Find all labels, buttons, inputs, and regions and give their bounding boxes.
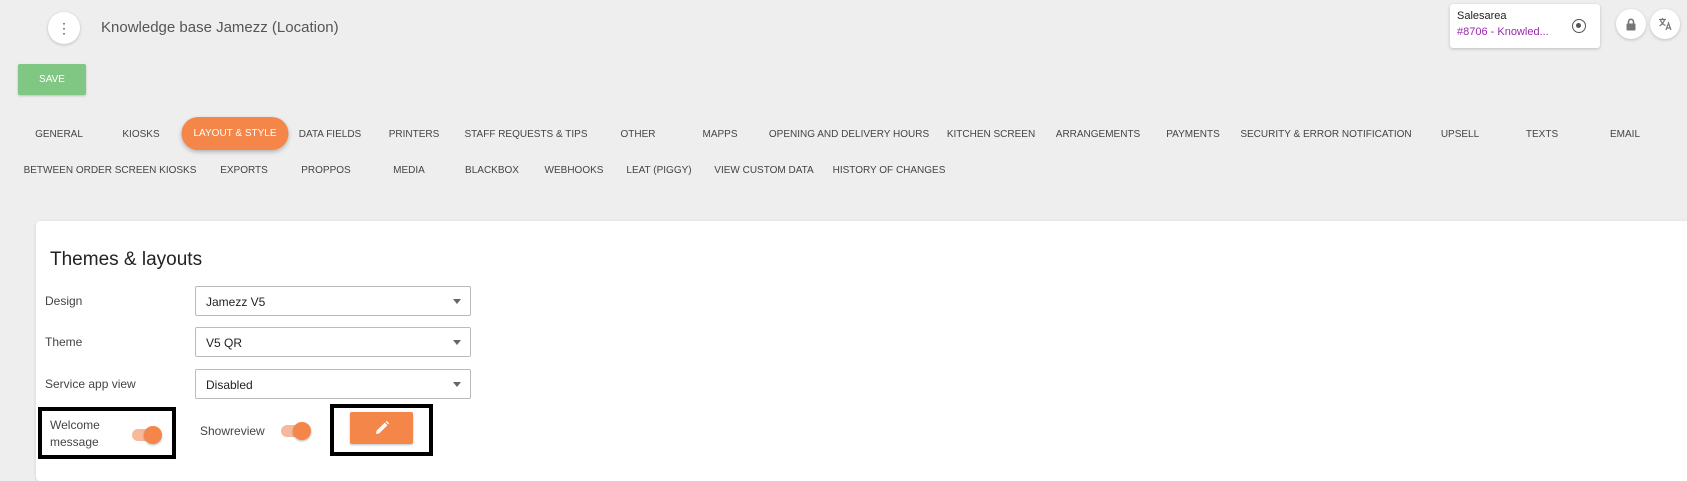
tab-between-order-screen-kiosks[interactable]: BETWEEN ORDER SCREEN KIOSKS — [24, 165, 197, 176]
section-title: Themes & layouts — [50, 249, 203, 270]
tab-data-fields[interactable]: DATA FIELDS — [299, 129, 361, 140]
tab-security-error-notification[interactable]: SECURITY & ERROR NOTIFICATION — [1240, 129, 1411, 140]
tab-upsell[interactable]: UPSELL — [1441, 129, 1479, 140]
tab-layout-style[interactable]: LAYOUT & STYLE — [181, 117, 289, 150]
showreview-label: Showreview — [200, 424, 265, 438]
more-vert-icon: ⋮ — [57, 19, 71, 36]
dropdown-arrow-icon — [453, 340, 461, 345]
tab-view-custom-data[interactable]: VIEW CUSTOM DATA — [714, 165, 813, 176]
theme-select[interactable]: V5 QR — [195, 327, 471, 357]
tab-blackbox[interactable]: BLACKBOX — [465, 165, 519, 176]
tab-texts[interactable]: TEXTS — [1526, 129, 1558, 140]
design-value: Jamezz V5 — [206, 295, 266, 309]
design-select[interactable]: Jamezz V5 — [195, 286, 471, 316]
service-app-view-label: Service app view — [45, 377, 136, 391]
tab-kiosks[interactable]: KIOSKS — [122, 129, 159, 140]
welcome-message-toggle[interactable] — [132, 426, 162, 444]
tab-webhooks[interactable]: WEBHOOKS — [545, 165, 604, 176]
tab-exports[interactable]: EXPORTS — [220, 165, 268, 176]
toggle-knob — [293, 422, 311, 440]
edit-button[interactable] — [350, 412, 413, 444]
tab-printers[interactable]: PRINTERS — [389, 129, 440, 140]
pencil-icon — [375, 420, 389, 434]
tab-email[interactable]: EMAIL — [1610, 129, 1640, 140]
tab-proppos[interactable]: PROPPOS — [301, 165, 350, 176]
service-app-view-select[interactable]: Disabled — [195, 369, 471, 399]
design-label: Design — [45, 294, 83, 308]
tab-leat-piggy[interactable]: LEAT (PIGGY) — [626, 165, 691, 176]
salesarea-selector[interactable]: Salesarea #8706 - Knowled... — [1450, 4, 1600, 48]
translate-button[interactable] — [1650, 9, 1680, 39]
showreview-toggle[interactable] — [281, 422, 311, 440]
target-icon[interactable] — [1572, 19, 1586, 33]
welcome-message-label-line1: Welcome — [50, 418, 100, 432]
lock-button[interactable] — [1616, 9, 1646, 39]
save-button[interactable]: SAVE — [18, 64, 86, 95]
tab-history-of-changes[interactable]: HISTORY OF CHANGES — [833, 165, 946, 176]
dropdown-arrow-icon — [453, 382, 461, 387]
lock-icon — [1626, 18, 1636, 30]
translate-icon — [1658, 18, 1672, 31]
dropdown-arrow-icon — [453, 299, 461, 304]
tab-arrangements[interactable]: ARRANGEMENTS — [1056, 129, 1140, 140]
tab-media[interactable]: MEDIA — [393, 165, 425, 176]
theme-label: Theme — [45, 335, 83, 349]
welcome-message-label-line2: message — [50, 435, 99, 449]
tab-staff-requests-tips[interactable]: STAFF REQUESTS & TIPS — [465, 129, 588, 140]
tab-mapps[interactable]: MAPPS — [702, 129, 737, 140]
welcome-message-label: Welcome message — [50, 417, 100, 451]
tab-kitchen-screen[interactable]: KITCHEN SCREEN — [947, 129, 1035, 140]
tab-other[interactable]: OTHER — [621, 129, 656, 140]
tab-opening-delivery-hours[interactable]: OPENING AND DELIVERY HOURS — [769, 129, 929, 140]
theme-value: V5 QR — [206, 336, 243, 350]
service-app-view-value: Disabled — [206, 378, 253, 392]
toggle-knob — [144, 426, 162, 444]
more-menu-button[interactable]: ⋮ — [48, 12, 80, 44]
tab-payments[interactable]: PAYMENTS — [1166, 129, 1220, 140]
tab-general[interactable]: GENERAL — [35, 129, 83, 140]
salesarea-label: Salesarea — [1457, 10, 1507, 22]
page-title: Knowledge base Jamezz (Location) — [101, 19, 339, 36]
